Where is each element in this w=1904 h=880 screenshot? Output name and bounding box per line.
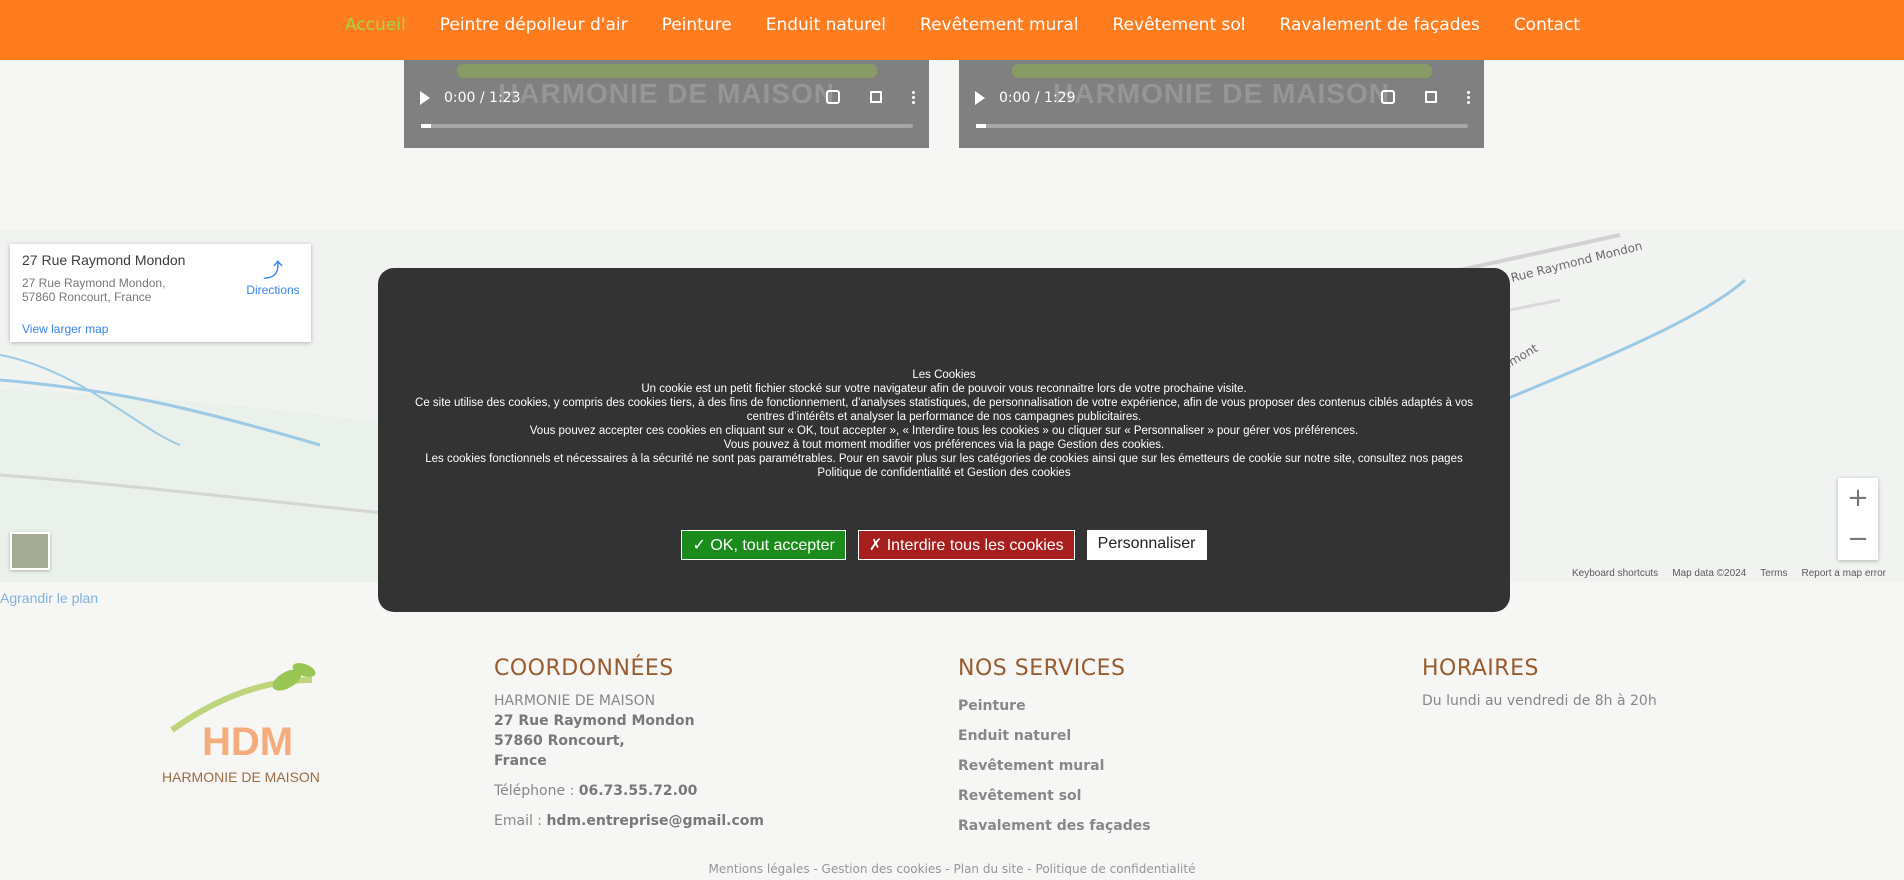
deny-all-button[interactable]: ✗ Interdire tous les cookies: [857, 530, 1075, 560]
cookie-line-3: Vous pouvez accepter ces cookies en cliq…: [529, 425, 1359, 437]
cookie-banner: Les Cookies Un cookie est un petit fichi…: [378, 268, 1510, 612]
cookie-title: Les Cookies: [912, 369, 976, 381]
cookie-line-4: Vous pouvez à tout moment modifier vos p…: [723, 439, 1165, 451]
cookie-line-2: Ce site utilise des cookies, y compris d…: [415, 397, 1473, 423]
cookie-line-5: Les cookies fonctionnels et nécessaires …: [425, 453, 1463, 479]
cookie-buttons: ✓ OK, tout accepter ✗ Interdire tous les…: [378, 530, 1510, 560]
customize-button[interactable]: Personnaliser: [1086, 530, 1207, 560]
cookie-line-1: Un cookie est un petit fichier stocké su…: [641, 383, 1247, 395]
cookie-text: Les Cookies Un cookie est un petit fichi…: [404, 368, 1484, 480]
accept-all-button[interactable]: ✓ OK, tout accepter: [681, 530, 846, 560]
